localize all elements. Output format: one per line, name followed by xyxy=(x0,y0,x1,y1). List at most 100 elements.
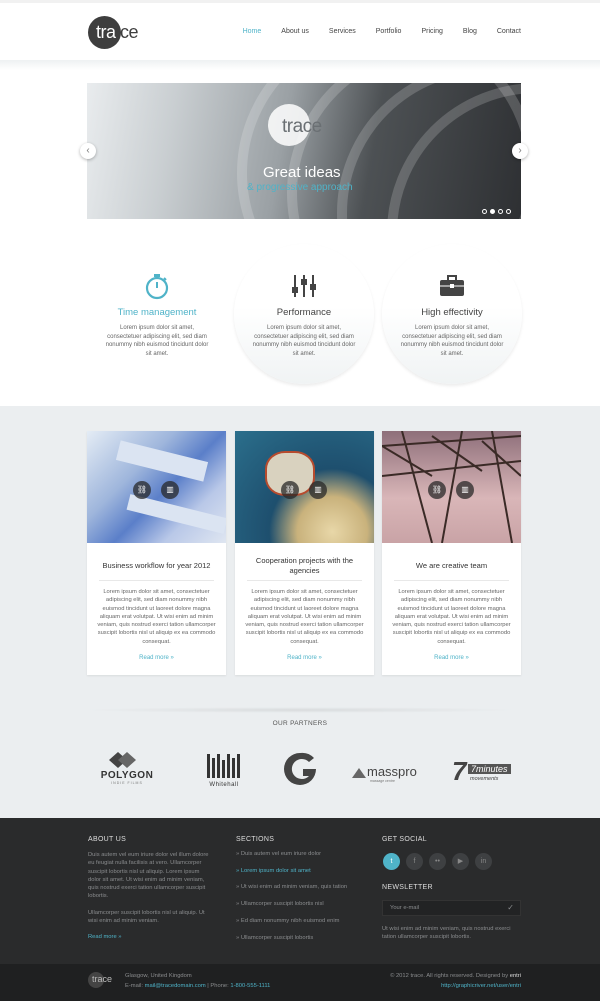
read-more-link[interactable]: Read more » xyxy=(382,655,521,661)
section-link[interactable]: » Ed diam nonummy nibh euismod enim xyxy=(236,918,339,924)
portfolio-card: ⛓ ▥ We are creative team Lorem ipsum dol… xyxy=(382,431,521,675)
polygon-mark-icon xyxy=(109,752,136,768)
read-more-link[interactable]: Read more » xyxy=(87,655,226,661)
partner-masspro-logo[interactable]: masspro massage centre xyxy=(352,764,427,804)
card-divider xyxy=(394,580,509,581)
partner-g-logo[interactable] xyxy=(283,752,317,792)
partner-polygon-logo[interactable]: POLYGON INDIE FILMS xyxy=(96,752,158,792)
twitter-icon[interactable]: t xyxy=(383,853,400,870)
gallery-icon[interactable]: ▥ xyxy=(456,481,474,499)
portfolio-card: ⛓ ▥ Cooperation projects with the agenci… xyxy=(235,431,374,675)
feature-text: Lorem ipsum dolor sit amet, consectetuer… xyxy=(105,325,209,357)
card-divider xyxy=(247,580,362,581)
card-title: Business workflow for year 2012 xyxy=(102,561,211,570)
footer-phone: 1-800-555-1111 xyxy=(230,983,271,989)
gallery-icon[interactable]: ▥ xyxy=(161,481,179,499)
section-link[interactable]: » Ut wisi enim ad minim veniam, quis tat… xyxy=(236,884,347,890)
nav-services[interactable]: Services xyxy=(329,28,356,35)
phone-label: | Phone: xyxy=(207,983,229,989)
sliders-icon xyxy=(292,275,316,297)
designer-name[interactable]: entri xyxy=(510,973,521,979)
youtube-icon[interactable]: ▶ xyxy=(452,853,469,870)
about-text: Duis autem vel eum iriure dolor vel illu… xyxy=(88,852,209,900)
feature-title: High effectivity xyxy=(421,307,483,318)
partner-subname: massage centre xyxy=(370,779,395,783)
partner-7minutes-logo[interactable]: 7 7minutes movements xyxy=(452,756,514,800)
card-text: Lorem ipsum dolor sit amet, consectetuer… xyxy=(245,589,364,645)
email-label: E-mail: xyxy=(125,983,144,989)
masspro-mark-icon xyxy=(352,767,366,778)
feature-performance: Performance Lorem ipsum dolor sit amet, … xyxy=(234,244,374,384)
feature-title: Performance xyxy=(276,307,332,318)
designer-url-link[interactable]: http://graphicriver.net/user/entri xyxy=(441,983,521,989)
site-logo[interactable]: tra ce xyxy=(88,16,139,49)
feature-text: Lorem ipsum dolor sit amet, consectetuer… xyxy=(252,325,356,357)
newsletter-email-field[interactable]: Your e-mail ✓ xyxy=(382,900,521,916)
about-title: ABOUT US xyxy=(88,836,127,843)
slider-dot[interactable] xyxy=(482,209,487,214)
section-link[interactable]: » Ullamcorper suscipit lobortis xyxy=(236,935,313,941)
feature-time-management: Time management Lorem ipsum dolor sit am… xyxy=(87,244,227,384)
portfolio-card: ⛓ ▥ Business workflow for year 2012 Lore… xyxy=(87,431,226,675)
facebook-icon[interactable]: f xyxy=(406,853,423,870)
main-nav: Home About us Services Portfolio Pricing… xyxy=(223,28,521,35)
card-image-stripe xyxy=(115,440,209,482)
nav-contact[interactable]: Contact xyxy=(497,28,521,35)
email-placeholder: Your e-mail xyxy=(390,905,420,911)
nav-about-us[interactable]: About us xyxy=(281,28,309,35)
copyright-text: © 2012 trace. All rights reserved. Desig… xyxy=(390,973,509,979)
partner-whitehall-logo[interactable]: Whitehall xyxy=(204,752,244,792)
about-read-more-link[interactable]: Read more » xyxy=(88,934,122,940)
stopwatch-icon xyxy=(145,274,169,300)
feature-text: Lorem ipsum dolor sit amet, consectetuer… xyxy=(400,325,504,357)
partner-name: masspro xyxy=(367,764,417,779)
nav-blog[interactable]: Blog xyxy=(463,28,477,35)
briefcase-icon xyxy=(440,275,464,296)
footer-email-link[interactable]: mail@tracedomain.com xyxy=(145,983,206,989)
slider-dot-active[interactable] xyxy=(490,209,495,214)
card-image[interactable] xyxy=(87,431,226,543)
gallery-icon[interactable]: ▥ xyxy=(309,481,327,499)
card-text: Lorem ipsum dolor sit amet, consectetuer… xyxy=(97,589,216,645)
partner-name: POLYGON xyxy=(100,770,154,781)
footer-contact: E-mail: mail@tracedomain.com | Phone: 1-… xyxy=(125,983,270,989)
linkedin-icon[interactable]: in xyxy=(475,853,492,870)
feature-high-effectivity: High effectivity Lorem ipsum dolor sit a… xyxy=(382,244,522,384)
link-icon[interactable]: ⛓ xyxy=(133,481,151,499)
nav-home[interactable]: Home xyxy=(243,28,262,35)
newsletter-text: Ut wisi enim ad minim veniam, quis nostr… xyxy=(382,926,511,941)
slider-next-button[interactable]: › xyxy=(512,143,528,159)
slider-dot[interactable] xyxy=(498,209,503,214)
nav-pricing[interactable]: Pricing xyxy=(421,28,442,35)
newsletter-title: NEWSLETTER xyxy=(382,884,433,891)
logo-circle: tra xyxy=(88,16,121,49)
card-image-stripe xyxy=(126,494,226,534)
nav-portfolio[interactable]: Portfolio xyxy=(376,28,402,35)
card-divider xyxy=(99,580,214,581)
link-icon[interactable]: ⛓ xyxy=(281,481,299,499)
footer-address: Glasgow, United Kingdom xyxy=(125,973,192,979)
hero-slider xyxy=(87,83,521,219)
sections-title: SECTIONS xyxy=(236,836,275,843)
logo-text-part1: tra xyxy=(96,22,116,42)
g-mark-icon xyxy=(284,752,316,785)
slider-dot[interactable] xyxy=(506,209,511,214)
card-image[interactable] xyxy=(382,431,521,543)
about-text-2: Ullamcorper suscipit lobortis nisl ut al… xyxy=(88,910,205,925)
submit-check-icon[interactable]: ✓ xyxy=(507,903,514,912)
slider-prev-button[interactable]: ‹ xyxy=(80,143,96,159)
card-image[interactable] xyxy=(235,431,374,543)
section-link-active[interactable]: » Lorem ipsum dolor sit amet xyxy=(236,868,311,874)
slide-title: Great ideas xyxy=(263,164,341,181)
feature-title: Time management xyxy=(117,307,197,318)
partner-subname: INDIE FILMS xyxy=(111,781,143,785)
flickr-icon[interactable]: •• xyxy=(429,853,446,870)
read-more-link[interactable]: Read more » xyxy=(235,655,374,661)
link-icon[interactable]: ⛓ xyxy=(428,481,446,499)
partner-subname: movements xyxy=(470,776,499,782)
section-link[interactable]: » Duis autem vel eum iriure dolor xyxy=(236,851,321,857)
slide-subtitle: & progressive approach xyxy=(247,182,353,193)
card-title: Cooperation projects with the agencies xyxy=(255,556,354,575)
section-link[interactable]: » Ullamcorper suscipit lobortis nisl xyxy=(236,901,324,907)
whitehall-mark-icon xyxy=(207,754,240,778)
